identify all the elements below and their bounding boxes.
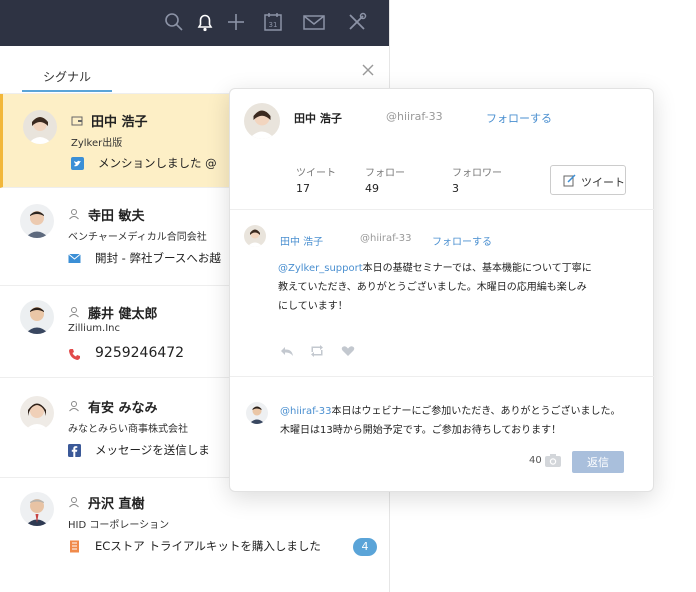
divider — [230, 209, 655, 210]
avatar — [23, 110, 57, 144]
tab-signals[interactable]: シグナル — [22, 68, 112, 92]
compose-tweet-label: ツイート — [581, 177, 625, 189]
web-form-icon — [70, 540, 79, 553]
contact-name[interactable]: 有安 みなみ — [88, 397, 158, 416]
avatar — [20, 396, 54, 430]
reply-text-line: 木曜日は13時から開始予定です。ご参加お待ちしております！ — [280, 425, 562, 436]
signal-message: メンションしました @ — [98, 156, 217, 170]
tools-icon[interactable] — [346, 11, 368, 33]
mail-icon[interactable] — [302, 11, 326, 33]
contact-name[interactable]: 田中 浩子 — [91, 111, 148, 130]
avatar — [246, 402, 268, 424]
signal-message: ECストア トライアルキットを購入しました — [95, 539, 321, 553]
calendar-icon[interactable]: 31 — [262, 11, 284, 33]
twitter-profile-card: 田中 浩子 @hiiraf-33 フォローする ツイート 17 フォロー 49 … — [229, 88, 655, 492]
profile-name: 田中 浩子 — [294, 112, 342, 125]
top-toolbar: 31 — [0, 0, 389, 46]
user-icon — [69, 401, 79, 412]
avatar — [20, 492, 54, 526]
app-stage: 31 シグナル 田中 浩子 Zylker出版 メンションしました @ 寺田 敏夫 — [0, 0, 696, 592]
compose-icon — [563, 174, 576, 187]
reply-button[interactable]: 返信 — [572, 451, 624, 473]
contact-company: ベンチャーメディカル合同会社 — [68, 232, 207, 243]
plus-icon[interactable] — [225, 11, 247, 33]
tweet-text-line: にしています！ — [278, 301, 348, 312]
tweet-handle: @hiiraf-33 — [360, 233, 412, 244]
stat-value: 17 — [296, 182, 310, 195]
facebook-icon — [68, 444, 81, 457]
like-icon[interactable] — [341, 345, 355, 357]
tweet-text-line: @Zylker_support本日の基礎セミナーでは、基本機能について丁寧に — [278, 263, 592, 274]
stat-label: フォロワー — [452, 168, 502, 179]
follow-link[interactable]: フォローする — [486, 110, 552, 126]
search-icon[interactable] — [163, 11, 185, 33]
user-icon — [69, 307, 79, 318]
wallet-icon — [71, 116, 83, 126]
signal-message: メッセージを送信しま — [95, 443, 210, 457]
bell-icon[interactable] — [194, 11, 216, 33]
avatar — [20, 204, 54, 238]
twitter-icon — [71, 157, 84, 170]
signal-message: 開封 - 弊社ブースへお越 — [95, 251, 221, 265]
contact-company: Zylker出版 — [71, 138, 123, 149]
close-icon[interactable] — [360, 62, 376, 78]
signal-item[interactable]: 丹沢 直樹 HID コーポレーション ECストア トライアルキットを購入しました… — [0, 478, 389, 592]
stat-value: 49 — [365, 182, 379, 195]
divider — [230, 376, 655, 377]
profile-handle: @hiiraf-33 — [386, 110, 443, 123]
unread-count-badge: 4 — [353, 538, 377, 556]
user-icon — [69, 497, 79, 508]
compose-tweet-button[interactable]: ツイート — [550, 165, 626, 195]
tweet-follow-link[interactable]: フォローする — [432, 233, 492, 248]
calendar-day: 31 — [269, 21, 278, 29]
contact-company: みなとみらい商事株式会社 — [68, 424, 188, 435]
avatar — [244, 103, 280, 139]
tweet-mention[interactable]: @Zylker_support — [278, 263, 363, 274]
contact-name[interactable]: 藤井 健太郎 — [88, 303, 158, 322]
tab-bar: シグナル — [0, 46, 389, 94]
stat-label: ツイート — [296, 168, 336, 179]
phone-icon — [69, 349, 80, 360]
avatar — [20, 300, 54, 334]
reply-text-line: @hiiraf-33本日はウェビナーにご参加いただき、ありがとうございました。 — [280, 406, 621, 417]
user-icon — [69, 209, 79, 220]
tweet-author[interactable]: 田中 浩子 — [280, 233, 323, 248]
contact-company: Zillium.Inc — [68, 323, 121, 334]
reply-icon[interactable] — [280, 345, 294, 357]
stat-value: 3 — [452, 182, 459, 195]
character-count: 40 — [529, 455, 542, 466]
contact-company: HID コーポレーション — [68, 520, 170, 531]
signal-message: 9259246472 — [95, 345, 185, 361]
stat-label: フォロー — [365, 168, 405, 179]
email-icon — [68, 253, 81, 263]
camera-icon[interactable] — [544, 453, 562, 468]
reply-mention[interactable]: @hiiraf-33 — [280, 406, 331, 417]
contact-name[interactable]: 寺田 敏夫 — [88, 205, 145, 224]
contact-name[interactable]: 丹沢 直樹 — [88, 493, 145, 512]
tweet-text-line: 教えていただき、ありがとうございました。木曜日の応用編も楽しみ — [278, 282, 587, 293]
avatar — [244, 225, 266, 247]
retweet-icon[interactable] — [310, 345, 324, 357]
